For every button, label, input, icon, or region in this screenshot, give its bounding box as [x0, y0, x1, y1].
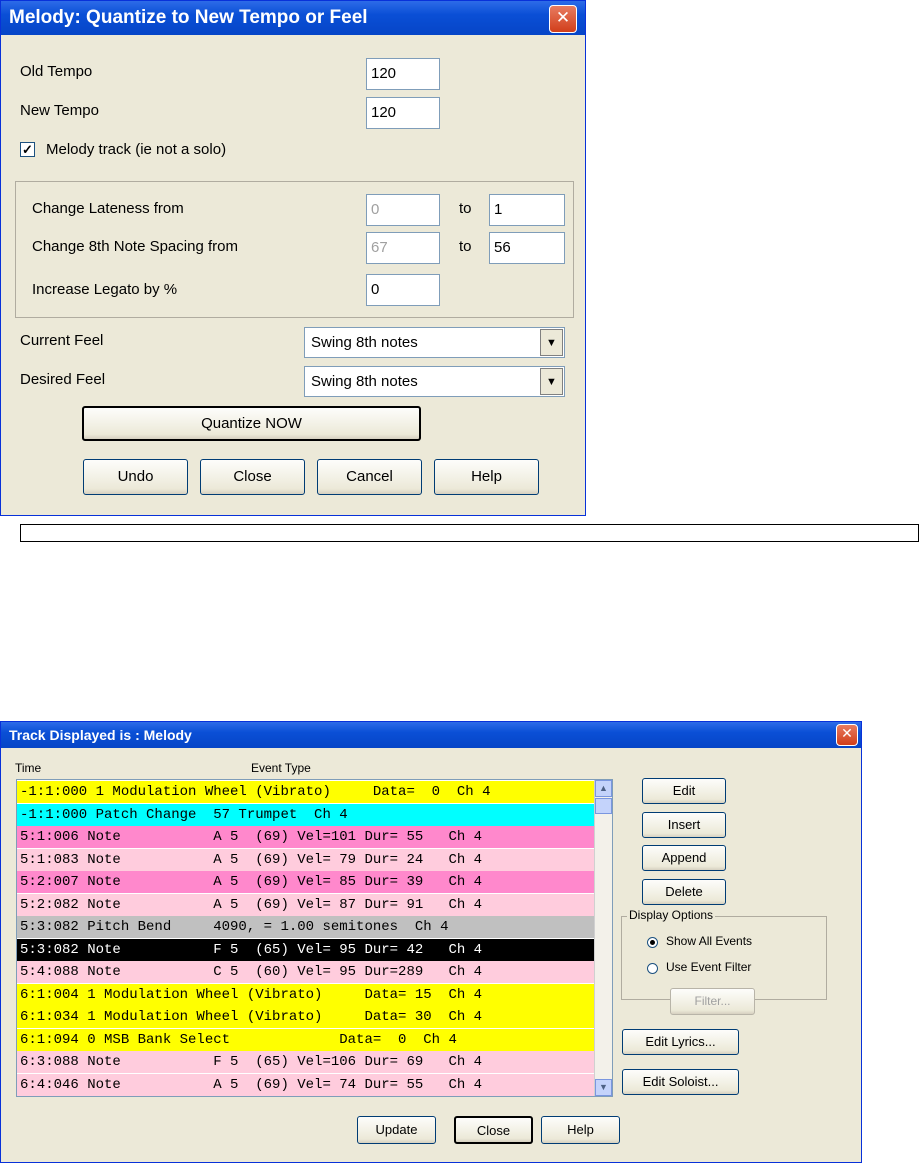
scroll-up-icon[interactable]: ▲: [595, 780, 612, 797]
update-button[interactable]: Update: [357, 1116, 436, 1144]
desired-feel-label: Desired Feel: [20, 371, 106, 388]
check-icon: ✓: [22, 142, 33, 157]
insert-button[interactable]: Insert: [642, 812, 726, 838]
quantize-title: Melody: Quantize to New Tempo or Feel: [9, 7, 368, 28]
cancel-button[interactable]: Cancel: [317, 459, 422, 495]
spacing-to-label: to: [459, 238, 472, 255]
current-feel-label: Current Feel: [20, 332, 104, 349]
event-row[interactable]: -1:1:000 Patch Change 57 Trumpet Ch 4: [17, 803, 595, 826]
append-button[interactable]: Append: [642, 845, 726, 871]
edit-button[interactable]: Edit: [642, 778, 726, 804]
lateness-from-input: 0: [366, 194, 440, 226]
legato-input[interactable]: 0: [366, 274, 440, 306]
display-options-label: Display Options: [627, 908, 716, 922]
event-list[interactable]: -1:1:000 1 Modulation Wheel (Vibrato) Da…: [16, 779, 613, 1097]
help-button[interactable]: Help: [434, 459, 539, 495]
track-titlebar: Track Displayed is : Melody: [1, 722, 861, 748]
filter-button: Filter...: [670, 988, 755, 1015]
lateness-to-label: to: [459, 200, 472, 217]
event-row[interactable]: 6:4:046 Note A 5 (69) Vel= 74 Dur= 55 Ch…: [17, 1073, 595, 1096]
show-all-radio[interactable]: [647, 937, 658, 948]
event-row[interactable]: 5:3:082 Pitch Bend 4090, = 1.00 semitone…: [17, 916, 595, 938]
old-tempo-label: Old Tempo: [20, 63, 93, 80]
spacing-label: Change 8th Note Spacing from: [32, 238, 238, 255]
old-tempo-input[interactable]: 120: [366, 58, 440, 90]
undo-button[interactable]: Undo: [83, 459, 188, 495]
chevron-down-icon[interactable]: ▼: [540, 329, 563, 356]
track-help-button[interactable]: Help: [541, 1116, 620, 1144]
quantize-dialog: Melody: Quantize to New Tempo or Feel ✕ …: [0, 0, 586, 516]
chevron-down-icon[interactable]: ▼: [540, 368, 563, 395]
event-row[interactable]: 5:2:082 Note A 5 (69) Vel= 87 Dur= 91 Ch…: [17, 893, 595, 916]
melody-track-checkbox[interactable]: ✓: [20, 142, 35, 157]
caption-box: [20, 524, 919, 542]
quantize-titlebar: Melody: Quantize to New Tempo or Feel: [1, 1, 585, 35]
show-all-label: Show All Events: [666, 934, 753, 948]
spacing-to-input[interactable]: 56: [489, 232, 565, 264]
track-close-button[interactable]: Close: [454, 1116, 533, 1144]
current-feel-value: Swing 8th notes: [311, 334, 418, 351]
event-row[interactable]: 5:3:082 Note F 5 (65) Vel= 95 Dur= 42 Ch…: [17, 938, 595, 961]
close-button[interactable]: Close: [200, 459, 305, 495]
event-row[interactable]: 6:1:034 1 Modulation Wheel (Vibrato) Dat…: [17, 1006, 595, 1028]
time-column-header: Time: [15, 761, 42, 775]
close-icon[interactable]: ✕: [836, 724, 858, 746]
use-filter-label: Use Event Filter: [666, 960, 752, 974]
event-row[interactable]: -1:1:000 1 Modulation Wheel (Vibrato) Da…: [17, 781, 595, 803]
lateness-to-input[interactable]: 1: [489, 194, 565, 226]
edit-soloist-button[interactable]: Edit Soloist...: [622, 1069, 739, 1095]
melody-track-label: Melody track (ie not a solo): [46, 141, 227, 158]
scroll-thumb[interactable]: [595, 798, 612, 814]
lateness-label: Change Lateness from: [32, 200, 184, 217]
new-tempo-label: New Tempo: [20, 102, 99, 119]
event-row[interactable]: 5:4:088 Note C 5 (60) Vel= 95 Dur=289 Ch…: [17, 961, 595, 983]
quantize-now-button[interactable]: Quantize NOW: [82, 406, 421, 441]
new-tempo-input[interactable]: 120: [366, 97, 440, 129]
event-type-column-header: Event Type: [251, 761, 311, 775]
legato-label: Increase Legato by %: [32, 281, 178, 298]
event-row[interactable]: 5:1:006 Note A 5 (69) Vel=101 Dur= 55 Ch…: [17, 826, 595, 848]
spacing-from-input: 67: [366, 232, 440, 264]
event-row[interactable]: 6:1:094 0 MSB Bank Select Data= 0 Ch 4: [17, 1028, 595, 1051]
edit-lyrics-button[interactable]: Edit Lyrics...: [622, 1029, 739, 1055]
event-row[interactable]: 6:3:088 Note F 5 (65) Vel=106 Dur= 69 Ch…: [17, 1051, 595, 1073]
desired-feel-value: Swing 8th notes: [311, 373, 418, 390]
event-row[interactable]: 5:1:083 Note A 5 (69) Vel= 79 Dur= 24 Ch…: [17, 848, 595, 871]
scroll-down-icon[interactable]: ▼: [595, 1079, 612, 1096]
event-row[interactable]: 6:1:004 1 Modulation Wheel (Vibrato) Dat…: [17, 983, 595, 1006]
current-feel-select[interactable]: Swing 8th notes ▼: [304, 327, 565, 358]
track-title: Track Displayed is : Melody: [9, 727, 192, 743]
desired-feel-select[interactable]: Swing 8th notes ▼: [304, 366, 565, 397]
close-icon[interactable]: ✕: [549, 5, 577, 33]
delete-button[interactable]: Delete: [642, 879, 726, 905]
vertical-scrollbar[interactable]: ▲ ▼: [594, 780, 612, 1096]
use-filter-radio[interactable]: [647, 963, 658, 974]
event-row[interactable]: 5:2:007 Note A 5 (69) Vel= 85 Dur= 39 Ch…: [17, 871, 595, 893]
